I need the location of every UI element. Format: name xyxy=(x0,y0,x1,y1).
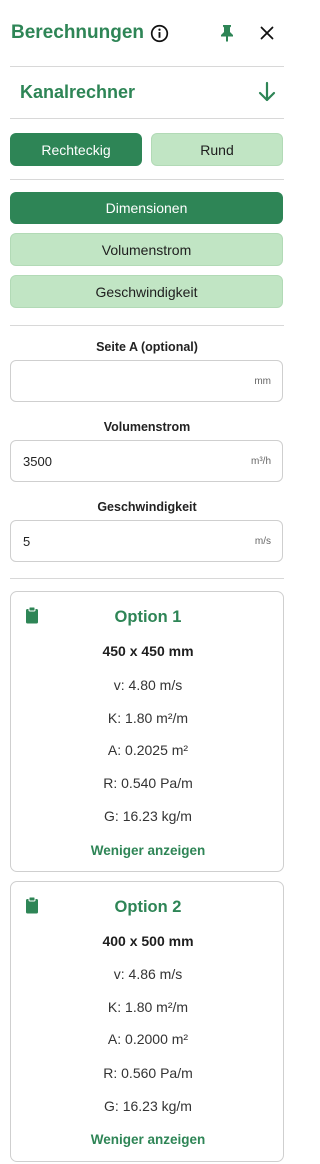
option-title: Option 2 xyxy=(114,898,182,916)
option-velocity: v: 4.86 m/s xyxy=(113,966,183,982)
field-unit: mm xyxy=(254,376,271,387)
option-velocity: v: 4.80 m/s xyxy=(113,677,183,693)
info-button[interactable] xyxy=(148,22,170,44)
seite-a-input[interactable]: mm xyxy=(10,360,283,402)
field-label-volumenstrom: Volumenstrom xyxy=(103,420,191,434)
option-pressure-loss: R: 0.560 Pa/m xyxy=(103,1065,193,1081)
volumenstrom-input[interactable]: 3500 m³/h xyxy=(10,440,283,482)
option-weight: G: 16.23 kg/m xyxy=(104,1098,192,1114)
field-label-seite-a: Seite A (optional) xyxy=(96,340,198,354)
option-pressure-loss: R: 0.540 Pa/m xyxy=(103,775,193,791)
pin-button[interactable] xyxy=(216,22,238,44)
option-dimensions: 400 x 500 mm xyxy=(102,933,194,949)
field-value: 3500 xyxy=(23,454,52,469)
section-title: Kanalrechner xyxy=(20,82,136,102)
divider xyxy=(10,325,284,326)
collapse-button[interactable] xyxy=(256,80,278,104)
arrow-down-icon xyxy=(258,81,276,102)
divider xyxy=(10,118,284,119)
divider xyxy=(10,66,284,67)
option-area: A: 0.2025 m² xyxy=(107,742,189,758)
divider xyxy=(10,179,284,180)
option-dimensions: 450 x 450 mm xyxy=(102,643,194,659)
geschwindigkeit-input[interactable]: 5 m/s xyxy=(10,520,283,562)
info-icon xyxy=(150,24,168,42)
mode-dimensionen-button[interactable]: Dimensionen xyxy=(10,192,283,224)
mode-volumenstrom-button[interactable]: Volumenstrom xyxy=(10,233,283,266)
pin-icon xyxy=(221,25,233,42)
divider xyxy=(10,578,284,579)
option-weight: G: 16.23 kg/m xyxy=(104,808,192,824)
close-icon xyxy=(260,26,274,40)
field-label-geschwindigkeit: Geschwindigkeit xyxy=(97,500,197,514)
option-area: A: 0.2000 m² xyxy=(107,1031,189,1047)
show-less-link[interactable]: Weniger anzeigen xyxy=(11,1132,285,1147)
panel-header: Berechnungen xyxy=(0,0,290,66)
field-unit: m/s xyxy=(254,536,271,547)
tab-rechteckig[interactable]: Rechteckig xyxy=(10,133,142,166)
show-less-link[interactable]: Weniger anzeigen xyxy=(11,843,285,858)
field-unit: m³/h xyxy=(251,456,271,467)
option-k-value: K: 1.80 m²/m xyxy=(107,710,189,726)
option-card-2: Option 2 400 x 500 mm v: 4.86 m/s K: 1.8… xyxy=(10,881,284,1162)
tab-rund[interactable]: Rund xyxy=(151,133,283,166)
option-card-1: Option 1 450 x 450 mm v: 4.80 m/s K: 1.8… xyxy=(10,591,284,872)
field-value: 5 xyxy=(23,534,31,549)
option-k-value: K: 1.80 m²/m xyxy=(107,999,189,1015)
mode-geschwindigkeit-button[interactable]: Geschwindigkeit xyxy=(10,275,283,308)
option-title: Option 1 xyxy=(114,608,182,626)
panel-title: Berechnungen xyxy=(11,22,145,43)
close-button[interactable] xyxy=(256,22,278,44)
